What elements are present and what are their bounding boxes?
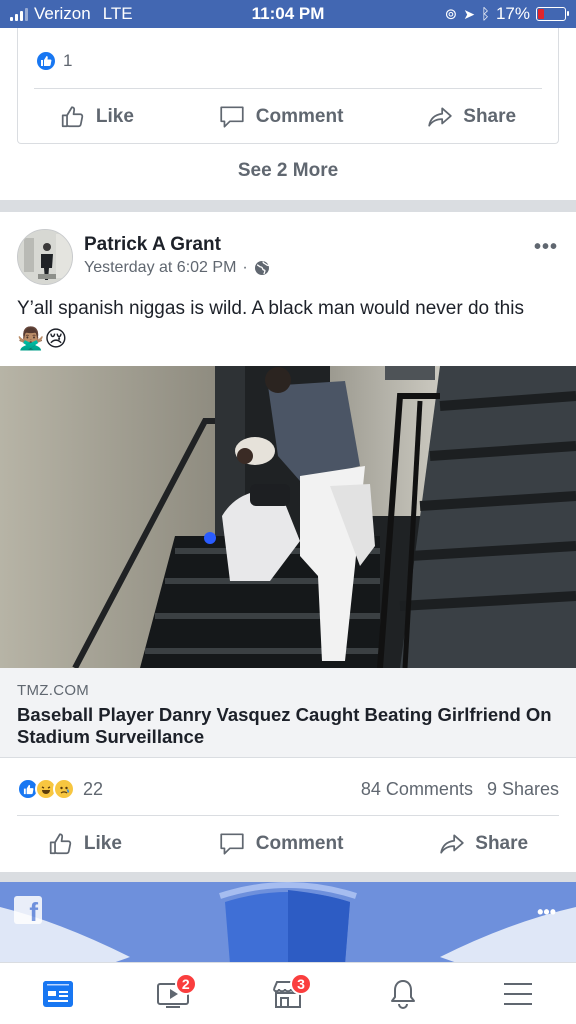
- network-type: LTE: [102, 4, 133, 23]
- bluetooth-icon: ᛒ: [480, 5, 490, 23]
- thumbs-up-icon: [49, 833, 72, 855]
- comment-label: Comment: [255, 833, 344, 854]
- screen-rotation-lock-icon: ⊚: [444, 6, 458, 23]
- sad-reaction-icon: [53, 778, 75, 800]
- promo-options-icon[interactable]: •••: [537, 902, 556, 923]
- link-preview-caption[interactable]: TMZ.COM Baseball Player Danry Vasquez Ca…: [0, 668, 576, 758]
- like-button[interactable]: Like: [60, 104, 134, 130]
- tab-marketplace[interactable]: 3: [258, 969, 318, 1019]
- emoji: 🙅🏽‍♂️😢: [17, 326, 68, 351]
- menu-icon: [504, 982, 533, 1005]
- comment-bubble-icon: [220, 105, 244, 128]
- promo-card[interactable]: f •••: [0, 882, 576, 964]
- post-author-name[interactable]: Patrick A Grant: [84, 234, 221, 256]
- share-button[interactable]: Share: [439, 831, 528, 857]
- watch-badge: 2: [174, 972, 197, 995]
- comment-button[interactable]: Comment: [218, 104, 344, 130]
- thumbs-up-icon: [61, 105, 84, 127]
- share-label: Share: [475, 833, 529, 854]
- signal-strength-icon: [10, 7, 28, 21]
- comment-button[interactable]: Comment: [218, 831, 344, 857]
- reaction-count: 22: [83, 778, 104, 799]
- see-more-link[interactable]: See 2 More: [0, 160, 576, 182]
- notifications-bell-icon: [391, 979, 416, 1009]
- battery-percent: 17%: [495, 4, 530, 23]
- like-label: Like: [95, 105, 134, 127]
- tab-menu[interactable]: [488, 969, 548, 1019]
- link-title: Baseball Player Danry Vasquez Caught Bea…: [17, 704, 552, 747]
- feed-separator: [0, 872, 576, 882]
- globe-icon: [254, 261, 269, 275]
- share-arrow-icon: [440, 834, 464, 854]
- reaction-summary[interactable]: 22: [17, 778, 103, 800]
- share-label: Share: [463, 105, 517, 127]
- like-button[interactable]: Like: [48, 831, 122, 857]
- meta-separator: ·: [242, 259, 248, 276]
- previous-post-card: 1 Like Comment Share: [17, 28, 559, 144]
- post-timestamp[interactable]: Yesterday at 6:02 PM: [84, 259, 236, 277]
- shares-count[interactable]: 9 Shares: [487, 779, 559, 800]
- link-domain: TMZ.COM: [17, 682, 90, 699]
- comment-bubble-icon: [220, 833, 244, 855]
- author-avatar[interactable]: [17, 229, 73, 285]
- post-meta: Yesterday at 6:02 PM ·: [84, 259, 270, 277]
- tab-news-feed[interactable]: [28, 969, 88, 1019]
- facebook-logo-icon: f: [14, 896, 42, 927]
- like-label: Like: [83, 833, 122, 854]
- location-arrow-icon: ➤: [463, 5, 475, 22]
- tab-watch[interactable]: 2: [143, 969, 203, 1019]
- reaction-count: 1: [63, 51, 73, 70]
- post-text: Y’all spanish niggas is wild. A black ma…: [17, 298, 524, 319]
- post-stats: 22 84 Comments 9 Shares: [17, 776, 559, 802]
- battery-icon: [536, 7, 569, 21]
- marketplace-badge: 3: [289, 972, 312, 995]
- feed-separator: [0, 200, 576, 212]
- post-emoji: 🙅🏽‍♂️😢: [17, 326, 67, 352]
- comment-label: Comment: [255, 105, 344, 127]
- tab-notifications[interactable]: [373, 969, 433, 1019]
- share-arrow-icon: [428, 106, 452, 127]
- link-preview-image[interactable]: [0, 366, 576, 668]
- reaction-summary[interactable]: 1: [35, 50, 72, 72]
- like-reaction-icon: [35, 50, 57, 72]
- share-button[interactable]: Share: [427, 104, 516, 130]
- status-bar: Verizon LTE 11:04 PM ⊚ ➤ ᛒ 17%: [0, 0, 576, 28]
- post-options-icon[interactable]: •••: [534, 236, 558, 259]
- bottom-tab-bar: 2 3: [0, 962, 576, 1024]
- news-feed-icon: [42, 980, 73, 1007]
- comments-count[interactable]: 84 Comments: [361, 779, 473, 800]
- carrier-name: Verizon: [34, 4, 91, 23]
